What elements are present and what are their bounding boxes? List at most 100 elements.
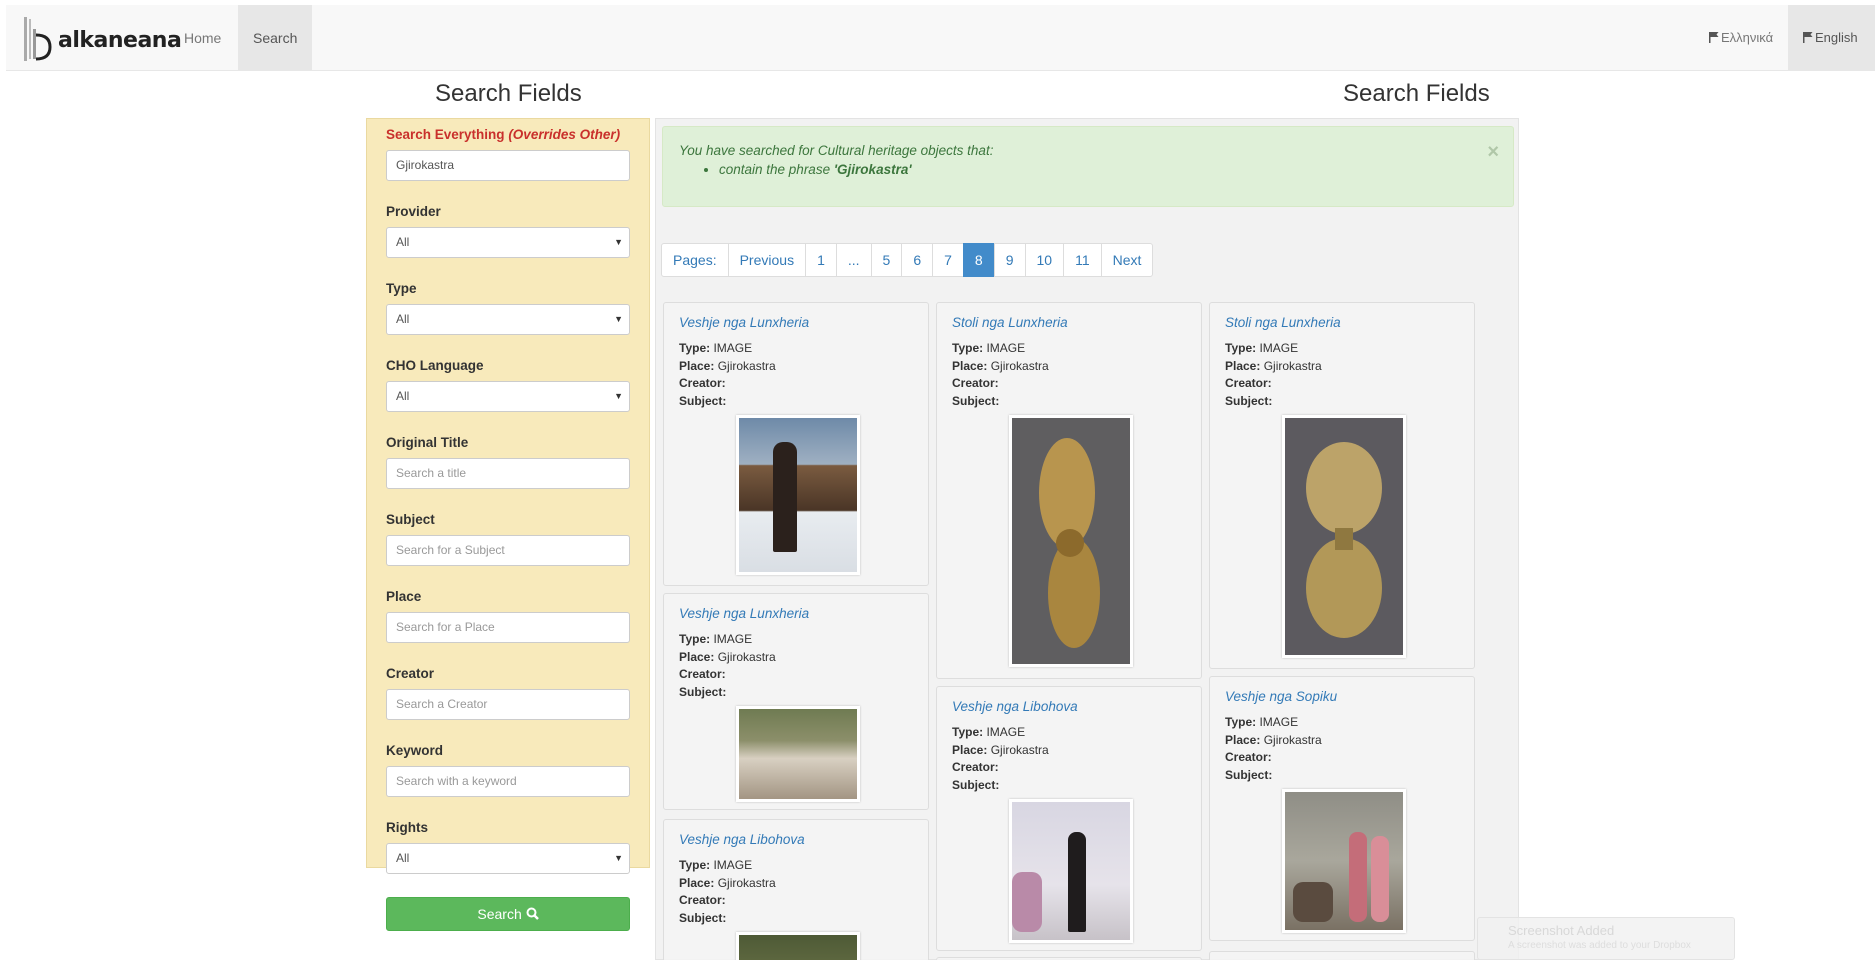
page-link[interactable]: 9 [993, 243, 1026, 277]
lang-english-link[interactable]: English [1788, 5, 1875, 71]
subject-input[interactable]: Search for a Subject [386, 535, 630, 566]
nav-search-link[interactable]: Search [238, 5, 312, 71]
meta-creator-label: Creator: [1225, 376, 1272, 390]
result-thumbnail[interactable] [736, 706, 860, 802]
result-meta: Type: IMAGE Place: Gjirokastra Creator: … [1225, 340, 1459, 410]
result-meta: Type: IMAGE Place: Gjirokastra Creator: … [1225, 714, 1459, 784]
rights-label: Rights [386, 820, 428, 835]
result-card[interactable] [1209, 951, 1475, 960]
result-title-link[interactable]: Veshje nga Libohova [952, 699, 1186, 714]
result-card[interactable]: Veshje nga Lunxheria Type: IMAGE Place: … [663, 593, 929, 810]
result-title-link[interactable]: Veshje nga Lunxheria [679, 606, 913, 621]
page-link[interactable]: ... [835, 243, 872, 277]
pagination-label: Pages: [661, 243, 729, 277]
subject-label: Subject [386, 512, 435, 527]
meta-place-value: Gjirokastra [990, 742, 1049, 757]
meta-type-label: Type: [1225, 715, 1257, 729]
toast-title: Screenshot Added [1508, 923, 1615, 938]
meta-place-value: Gjirokastra [717, 649, 776, 664]
balkaneana-logo[interactable]: alkaneana [18, 13, 182, 65]
result-card[interactable]: Veshje nga Libohova Type: IMAGE Place: G… [663, 819, 929, 960]
close-icon[interactable]: × [1487, 141, 1499, 164]
search-everything-text: Search Everything [386, 127, 505, 142]
result-card[interactable]: Veshje nga Lunxheria Type: IMAGE Place: … [663, 302, 929, 586]
place-label: Place [386, 589, 422, 604]
meta-creator-label: Creator: [679, 376, 726, 390]
result-card[interactable]: Veshje nga Sopiku Type: IMAGE Place: Gji… [1209, 676, 1475, 941]
result-card[interactable]: Stoli nga Lunxheria Type: IMAGE Place: G… [1209, 302, 1475, 669]
result-card[interactable]: Stoli nga Lunxheria Type: IMAGE Place: G… [936, 302, 1202, 679]
alert-condition: contain the phrase 'Gjirokastra' [719, 162, 1497, 177]
result-title-link[interactable]: Stoli nga Lunxheria [1225, 315, 1459, 330]
page-link[interactable]: 5 [870, 243, 903, 277]
search-everything-input[interactable]: Gjirokastra [386, 150, 630, 181]
result-meta: Type: IMAGE Place: Gjirokastra Creator: … [952, 724, 1186, 794]
meta-subject-label: Subject: [1225, 393, 1273, 408]
results-panel: You have searched for Cultural heritage … [655, 118, 1519, 960]
meta-subject-label: Subject: [679, 684, 727, 699]
logo-text: alkaneana [58, 28, 182, 53]
search-fields-heading-right: Search Fields [1343, 80, 1490, 107]
creator-label: Creator [386, 666, 435, 681]
page-link[interactable]: 11 [1063, 243, 1102, 277]
provider-value: All [396, 235, 410, 249]
meta-type-value: IMAGE [1259, 341, 1299, 355]
meta-place-label: Place: [952, 742, 988, 757]
result-title-link[interactable]: Veshje nga Sopiku [1225, 689, 1459, 704]
page-link[interactable]: Previous [727, 243, 807, 277]
keyword-input[interactable]: Search with a keyword [386, 766, 630, 797]
meta-place-value: Gjirokastra [717, 875, 776, 890]
result-thumbnail[interactable] [736, 415, 860, 575]
meta-type-label: Type: [679, 632, 711, 646]
result-thumbnail[interactable] [1282, 415, 1406, 658]
result-thumbnail[interactable] [1282, 789, 1406, 933]
result-title-link[interactable]: Veshje nga Lunxheria [679, 315, 913, 330]
screenshot-toast: Screenshot Added A screenshot was added … [1477, 917, 1735, 960]
result-thumbnail[interactable] [736, 932, 860, 960]
lang-greek-link[interactable]: Ελληνικά [1694, 5, 1788, 71]
meta-place-label: Place: [1225, 732, 1261, 747]
result-meta: Type: IMAGE Place: Gjirokastra Creator: … [679, 631, 913, 701]
original-title-input[interactable]: Search a title [386, 458, 630, 489]
meta-creator-label: Creator: [1225, 750, 1272, 764]
page-link[interactable]: 1 [805, 243, 837, 277]
type-select[interactable]: All ▼ [386, 304, 630, 335]
result-title-link[interactable]: Veshje nga Libohova [679, 832, 913, 847]
result-thumbnail[interactable] [1009, 799, 1133, 943]
logo-mark-icon [24, 17, 52, 61]
cho-language-select[interactable]: All ▼ [386, 381, 630, 412]
search-button-label: Search [477, 906, 522, 922]
page-link[interactable]: 8 [962, 243, 995, 277]
search-fields-heading-left: Search Fields [435, 80, 582, 107]
search-button[interactable]: Search [386, 897, 630, 931]
meta-type-label: Type: [679, 858, 711, 872]
result-title-link[interactable]: Stoli nga Lunxheria [952, 315, 1186, 330]
meta-place-label: Place: [679, 358, 715, 373]
provider-select[interactable]: All ▼ [386, 227, 630, 258]
meta-creator-label: Creator: [679, 893, 726, 907]
original-title-label: Original Title [386, 435, 469, 450]
rights-select[interactable]: All ▼ [386, 843, 630, 874]
place-input[interactable]: Search for a Place [386, 612, 630, 643]
creator-input[interactable]: Search a Creator [386, 689, 630, 720]
meta-type-label: Type: [952, 341, 984, 355]
caret-down-icon: ▼ [614, 314, 623, 324]
type-value: All [396, 312, 410, 326]
meta-subject-label: Subject: [952, 393, 1000, 408]
page-link[interactable]: 10 [1024, 243, 1065, 277]
meta-creator-label: Creator: [679, 667, 726, 681]
page-link[interactable]: 6 [901, 243, 934, 277]
search-everything-label: Search Everything (Overrides Other) [386, 127, 630, 142]
meta-subject-label: Subject: [1225, 767, 1273, 782]
alert-conditions: contain the phrase 'Gjirokastra' [719, 162, 1497, 177]
result-card[interactable]: Veshje nga Libohova Type: IMAGE Place: G… [936, 686, 1202, 951]
result-thumbnail[interactable] [1009, 415, 1133, 667]
meta-creator-label: Creator: [952, 376, 999, 390]
page-link[interactable]: 7 [932, 243, 964, 277]
meta-place-label: Place: [1225, 358, 1261, 373]
meta-place-value: Gjirokastra [1263, 732, 1322, 747]
ornament-image-icon [1306, 442, 1382, 638]
page-link[interactable]: Next [1100, 243, 1154, 277]
nav-home-link[interactable]: Home [169, 5, 236, 71]
top-navbar: alkaneana Home Search Ελληνικά English [6, 5, 1875, 71]
